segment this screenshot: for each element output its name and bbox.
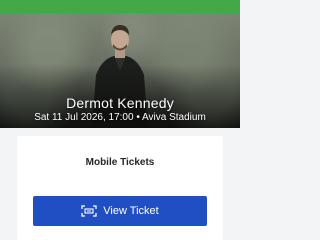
ticket-scan-icon [81,205,97,217]
view-ticket-label: View Ticket [103,205,159,217]
status-bar [0,0,240,13]
view-ticket-button[interactable]: View Ticket [33,196,207,226]
ticket-screen: Dermot Kennedy Sat 11 Jul 2026, 17:00 • … [0,0,240,240]
tickets-card: Mobile Tickets View Ticket [17,136,223,240]
event-title: Dermot Kennedy [66,95,174,111]
tickets-label: Mobile Tickets [85,157,155,168]
event-details: Sat 11 Jul 2026, 17:00 • Aviva Stadium [34,112,206,123]
